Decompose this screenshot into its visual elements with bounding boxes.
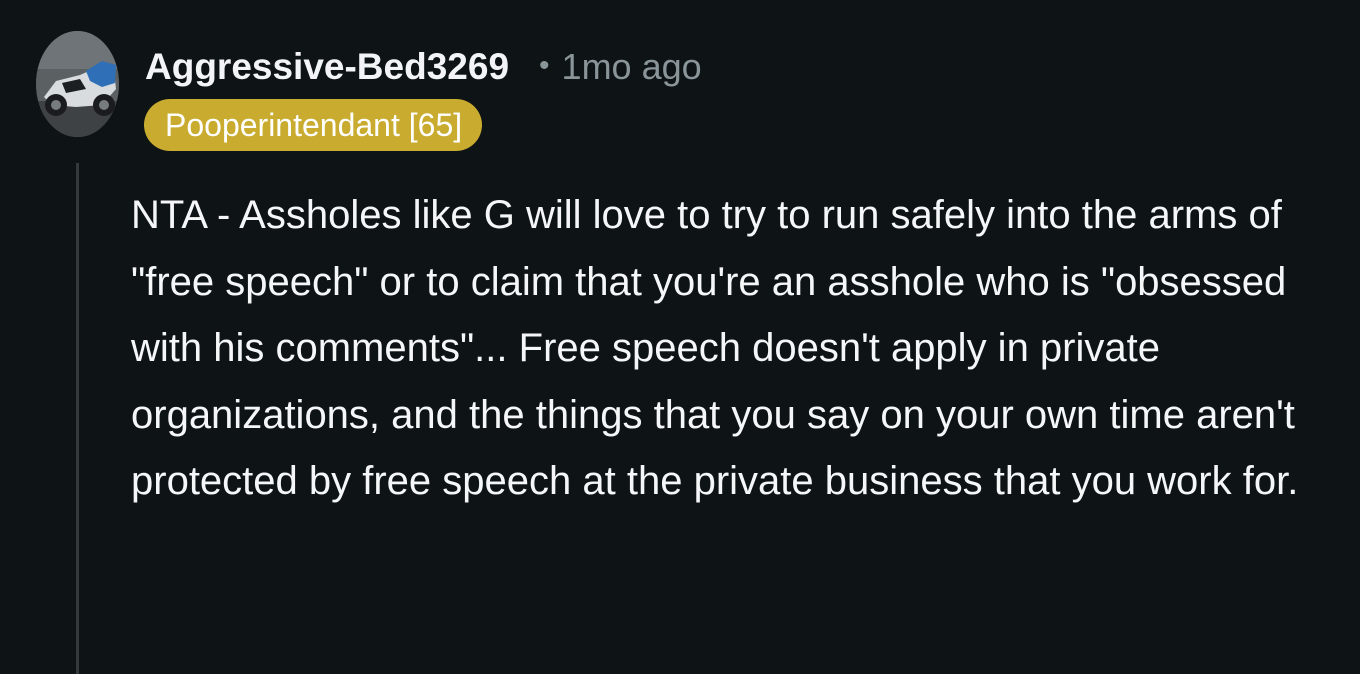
separator-dot: • <box>539 49 550 82</box>
comment: Aggressive-Bed3269 • 1mo ago Pooperinten… <box>0 0 1360 674</box>
username-link[interactable]: Aggressive-Bed3269 <box>145 46 509 88</box>
user-flair-badge: Pooperintendant [65] <box>144 99 483 151</box>
motorcycle-avatar-icon <box>36 31 119 137</box>
comment-body: NTA - Assholes like G will love to try t… <box>131 193 1299 503</box>
thread-collapse-line[interactable] <box>76 163 79 674</box>
comment-header: Aggressive-Bed3269 • 1mo ago <box>145 44 702 90</box>
timestamp: 1mo ago <box>561 46 702 87</box>
avatar[interactable] <box>36 31 119 137</box>
